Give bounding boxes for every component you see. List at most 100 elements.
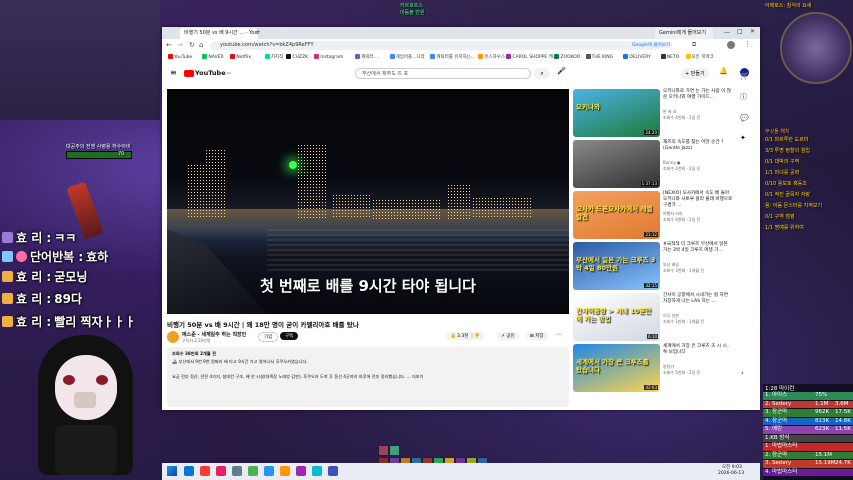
video-thumbnail[interactable]: 오키나와 24:20 [573, 89, 660, 137]
create-button[interactable]: + 만들기 [681, 68, 709, 79]
recommended-video[interactable]: 1:37:13 재즈의 속도를 찾는 어떤 순간 ?(Gentle Jazz) Bu… [573, 140, 733, 188]
bookmark-item[interactable]: DELIVERY [623, 54, 651, 62]
taskbar-app-icon[interactable] [232, 466, 242, 476]
save-button[interactable]: ⊞ 저장 [526, 332, 548, 340]
bookmark-item[interactable]: NETO [660, 54, 679, 62]
search-input[interactable]: 부산에서 제주도 뜨 포 [355, 68, 531, 79]
video-thumbnail[interactable]: 1:37:13 [573, 140, 660, 188]
description-box[interactable]: 조회수 38만회 2개월 전 🚢 부산에서 9번 9천 원짜리 배 타고 9시간… [167, 347, 569, 407]
quest-item[interactable]: 1/1 명예를 위하여 [765, 224, 822, 231]
back-icon[interactable]: ← [166, 41, 172, 49]
quest-item[interactable]: 0/1 마르투만 도르터 [765, 136, 822, 143]
close-button[interactable]: ✕ [750, 28, 755, 35]
bookmark-item[interactable]: Netflix [230, 54, 251, 62]
forward-icon[interactable]: → [177, 41, 183, 49]
youtube-logo[interactable]: YouTube KR [184, 69, 231, 77]
bookmark-item[interactable]: 게임어플...나라 [389, 54, 425, 62]
bell-icon[interactable]: 🔔 [719, 67, 728, 75]
cart-icon[interactable]: 🛒 [740, 72, 756, 80]
more-icon[interactable]: ⋯ [556, 331, 562, 338]
taskbar-app-icon[interactable] [184, 466, 194, 476]
menu-icon[interactable]: ⋮ [744, 40, 751, 48]
recommended-video[interactable]: 오사카 드론오사카에서 레벨 발견 21:12 [NEXIO] 오사카에서 속도 배… [573, 191, 733, 239]
extensions-icon[interactable]: ⧉ [692, 41, 696, 49]
bookmark-item[interactable]: 모든 북마크 [685, 54, 714, 62]
youtube-header: ≡ YouTube KR 부산에서 제주도 뜨 포 ⌕ 🎤 + 만들기 🔔 [162, 63, 760, 85]
recommended-meta: 조회수 1만회 · 1개월 전 [663, 319, 704, 324]
like-button[interactable]: 👍 3.3천 ｜👎 [446, 332, 484, 340]
video-thumbnail[interactable]: 오사카 드론오사카에서 레벨 발견 21:12 [573, 191, 660, 239]
bookmark-item[interactable]: CHZZK [286, 54, 308, 62]
taskbar-app-icon[interactable] [312, 466, 322, 476]
recommended-title[interactable]: 재즈의 속도를 찾는 어떤 순간 ?(Gentle Jazz) [663, 140, 733, 152]
bookmark-item[interactable]: CAROL SHOPPE 케... [506, 54, 557, 62]
quest-item[interactable]: 용: 어둠 몬스터를 지켜보기 [765, 202, 822, 209]
video-thumbnail[interactable]: 부산에서 일본 가는 크루즈 3박 4일 80만원 32:15 [573, 242, 660, 290]
ability-icon[interactable] [378, 445, 389, 456]
taskbar-app-icon[interactable] [248, 466, 258, 476]
video-thumbnail[interactable]: 간사이공항 > 시내 10분만에 가는 방법 6:10 [573, 293, 660, 341]
bookmark-item[interactable]: ZOOKOO [554, 54, 580, 62]
ask-google-chip[interactable]: Google에 물어보기 [630, 42, 672, 48]
recommended-video[interactable]: 부산에서 일본 가는 크루즈 3박 4일 80만원 32:15 #국적적 더 크루즈… [573, 242, 733, 290]
minimize-button[interactable]: — [724, 29, 730, 36]
recommended-title[interactable]: 세계에서 가장 큰 크루즈 초 시 시.. 특 보입니다 [663, 344, 733, 356]
search-icon[interactable]: ⌕ [534, 68, 550, 79]
recommended-title[interactable]: 간사이 공항에서 시내가는 법 하면 차장하게 나는 LAS 하는 ... [663, 293, 733, 305]
channel-name[interactable]: 예스준 - 세계일주 하는 직장인 [182, 331, 246, 338]
quest-item[interactable]: 0/1 대박의 구역 [765, 158, 822, 165]
mic-icon[interactable]: 🎤 [557, 67, 566, 75]
taskbar-app-icon[interactable] [264, 466, 274, 476]
bookmark-item[interactable]: Instagram [314, 54, 343, 62]
save-icon: ⊞ [530, 334, 534, 339]
recommended-title[interactable]: [NEXIO] 오사카에서 속도 배 돌아 오키나와 사토루 블라 몰래 비행으… [663, 191, 733, 209]
reload-icon[interactable]: ↻ [189, 41, 195, 49]
recommended-video[interactable]: 간사이공항 > 시내 10분만에 가는 방법 6:10 간사이 공항에서 시내가는 … [573, 293, 733, 341]
recommended-title[interactable]: 오키나와로 가면 는 가는 사람 이 많은 오키나와 여행 가이드... [663, 89, 733, 101]
quest-item[interactable]: 3/3 투명 정찰의 침입 [765, 147, 822, 154]
taskbar-app-icon[interactable] [296, 466, 306, 476]
quest-item[interactable]: 1/1 마녀를 공략 [765, 169, 822, 176]
taskbar-app-icon[interactable] [200, 466, 210, 476]
bookmark-item[interactable]: THE KING [585, 54, 613, 62]
join-button[interactable]: 가입 [258, 332, 279, 342]
share-button[interactable]: ↗ 공유 [497, 332, 519, 340]
windows-start-icon[interactable] [167, 466, 177, 476]
tab-youtube[interactable]: 비행기 50분 vs 배 9시간 ... - YouTube [180, 28, 258, 39]
video-thumbnail[interactable]: 세계에서 가장 큰 크루즈를 탔습니다 42:03 [573, 344, 660, 392]
new-tab-button[interactable]: + [255, 28, 261, 36]
info-icon[interactable]: ⓘ [740, 92, 756, 102]
bookmark-item[interactable]: 치지직 [264, 54, 283, 62]
quest-item[interactable]: 0/1 적진 골목자 자랑 [765, 191, 822, 198]
bookmark-item[interactable]: NAVER [202, 54, 224, 62]
bookmark-item[interactable]: 캐릭터 ... [355, 54, 379, 62]
taskbar-app-icon[interactable] [328, 466, 338, 476]
bookmark-item[interactable]: 캐릭터를 유지하는... [430, 54, 475, 62]
recommended-title[interactable]: #국적적 더 크루즈 부산에서 일본 가는 3박 4일 크루즈 여행 기... [663, 242, 733, 254]
bookmark-item[interactable]: YouTube [168, 54, 192, 62]
taskbar-app-icon[interactable] [216, 466, 226, 476]
quest-item[interactable]: 0/10 용보호 혹등조 [765, 180, 822, 187]
chat-user: 효 리 : [16, 291, 52, 306]
comment-icon[interactable]: 💬 [740, 114, 756, 122]
home-icon[interactable]: ⌂ [199, 41, 203, 49]
recommended-video[interactable]: 세계에서 가장 큰 크루즈를 탔습니다 42:03 세계에서 가장 큰 크루즈 초 … [573, 344, 733, 392]
ability-icon[interactable] [389, 445, 400, 456]
minimap[interactable] [780, 12, 852, 84]
maximize-button[interactable]: □ [737, 28, 743, 35]
video-player[interactable]: 첫 번째로 배를 9시간 타야 됩니다 [167, 89, 569, 314]
meter-row: 1.KB 방식 [763, 434, 853, 442]
url-input[interactable]: youtube.com/watch?v=bkZ4p9ReFFY [210, 41, 660, 50]
tab-gemini[interactable]: Gemini에게 물어보기 [655, 28, 713, 39]
recommended-video[interactable]: 오키나와 24:20 오키나와로 가면 는 가는 사람 이 많은 오키나와 여행 가… [573, 89, 733, 137]
quest-item[interactable]: 0/1 구역 점령 [765, 213, 822, 220]
bookmark-item[interactable]: 유스하우스 [478, 54, 505, 62]
channel-avatar[interactable] [167, 331, 179, 343]
recommended-channel[interactable]: Bunny ● [663, 160, 733, 165]
subscribe-button[interactable]: 구독 [280, 332, 299, 340]
hamburger-icon[interactable]: ≡ [170, 68, 177, 77]
sparkle-icon[interactable]: ✦ [740, 134, 756, 142]
scroll-right-icon[interactable]: › [741, 369, 744, 377]
taskbar-app-icon[interactable] [280, 466, 290, 476]
profile-icon[interactable] [727, 41, 735, 49]
